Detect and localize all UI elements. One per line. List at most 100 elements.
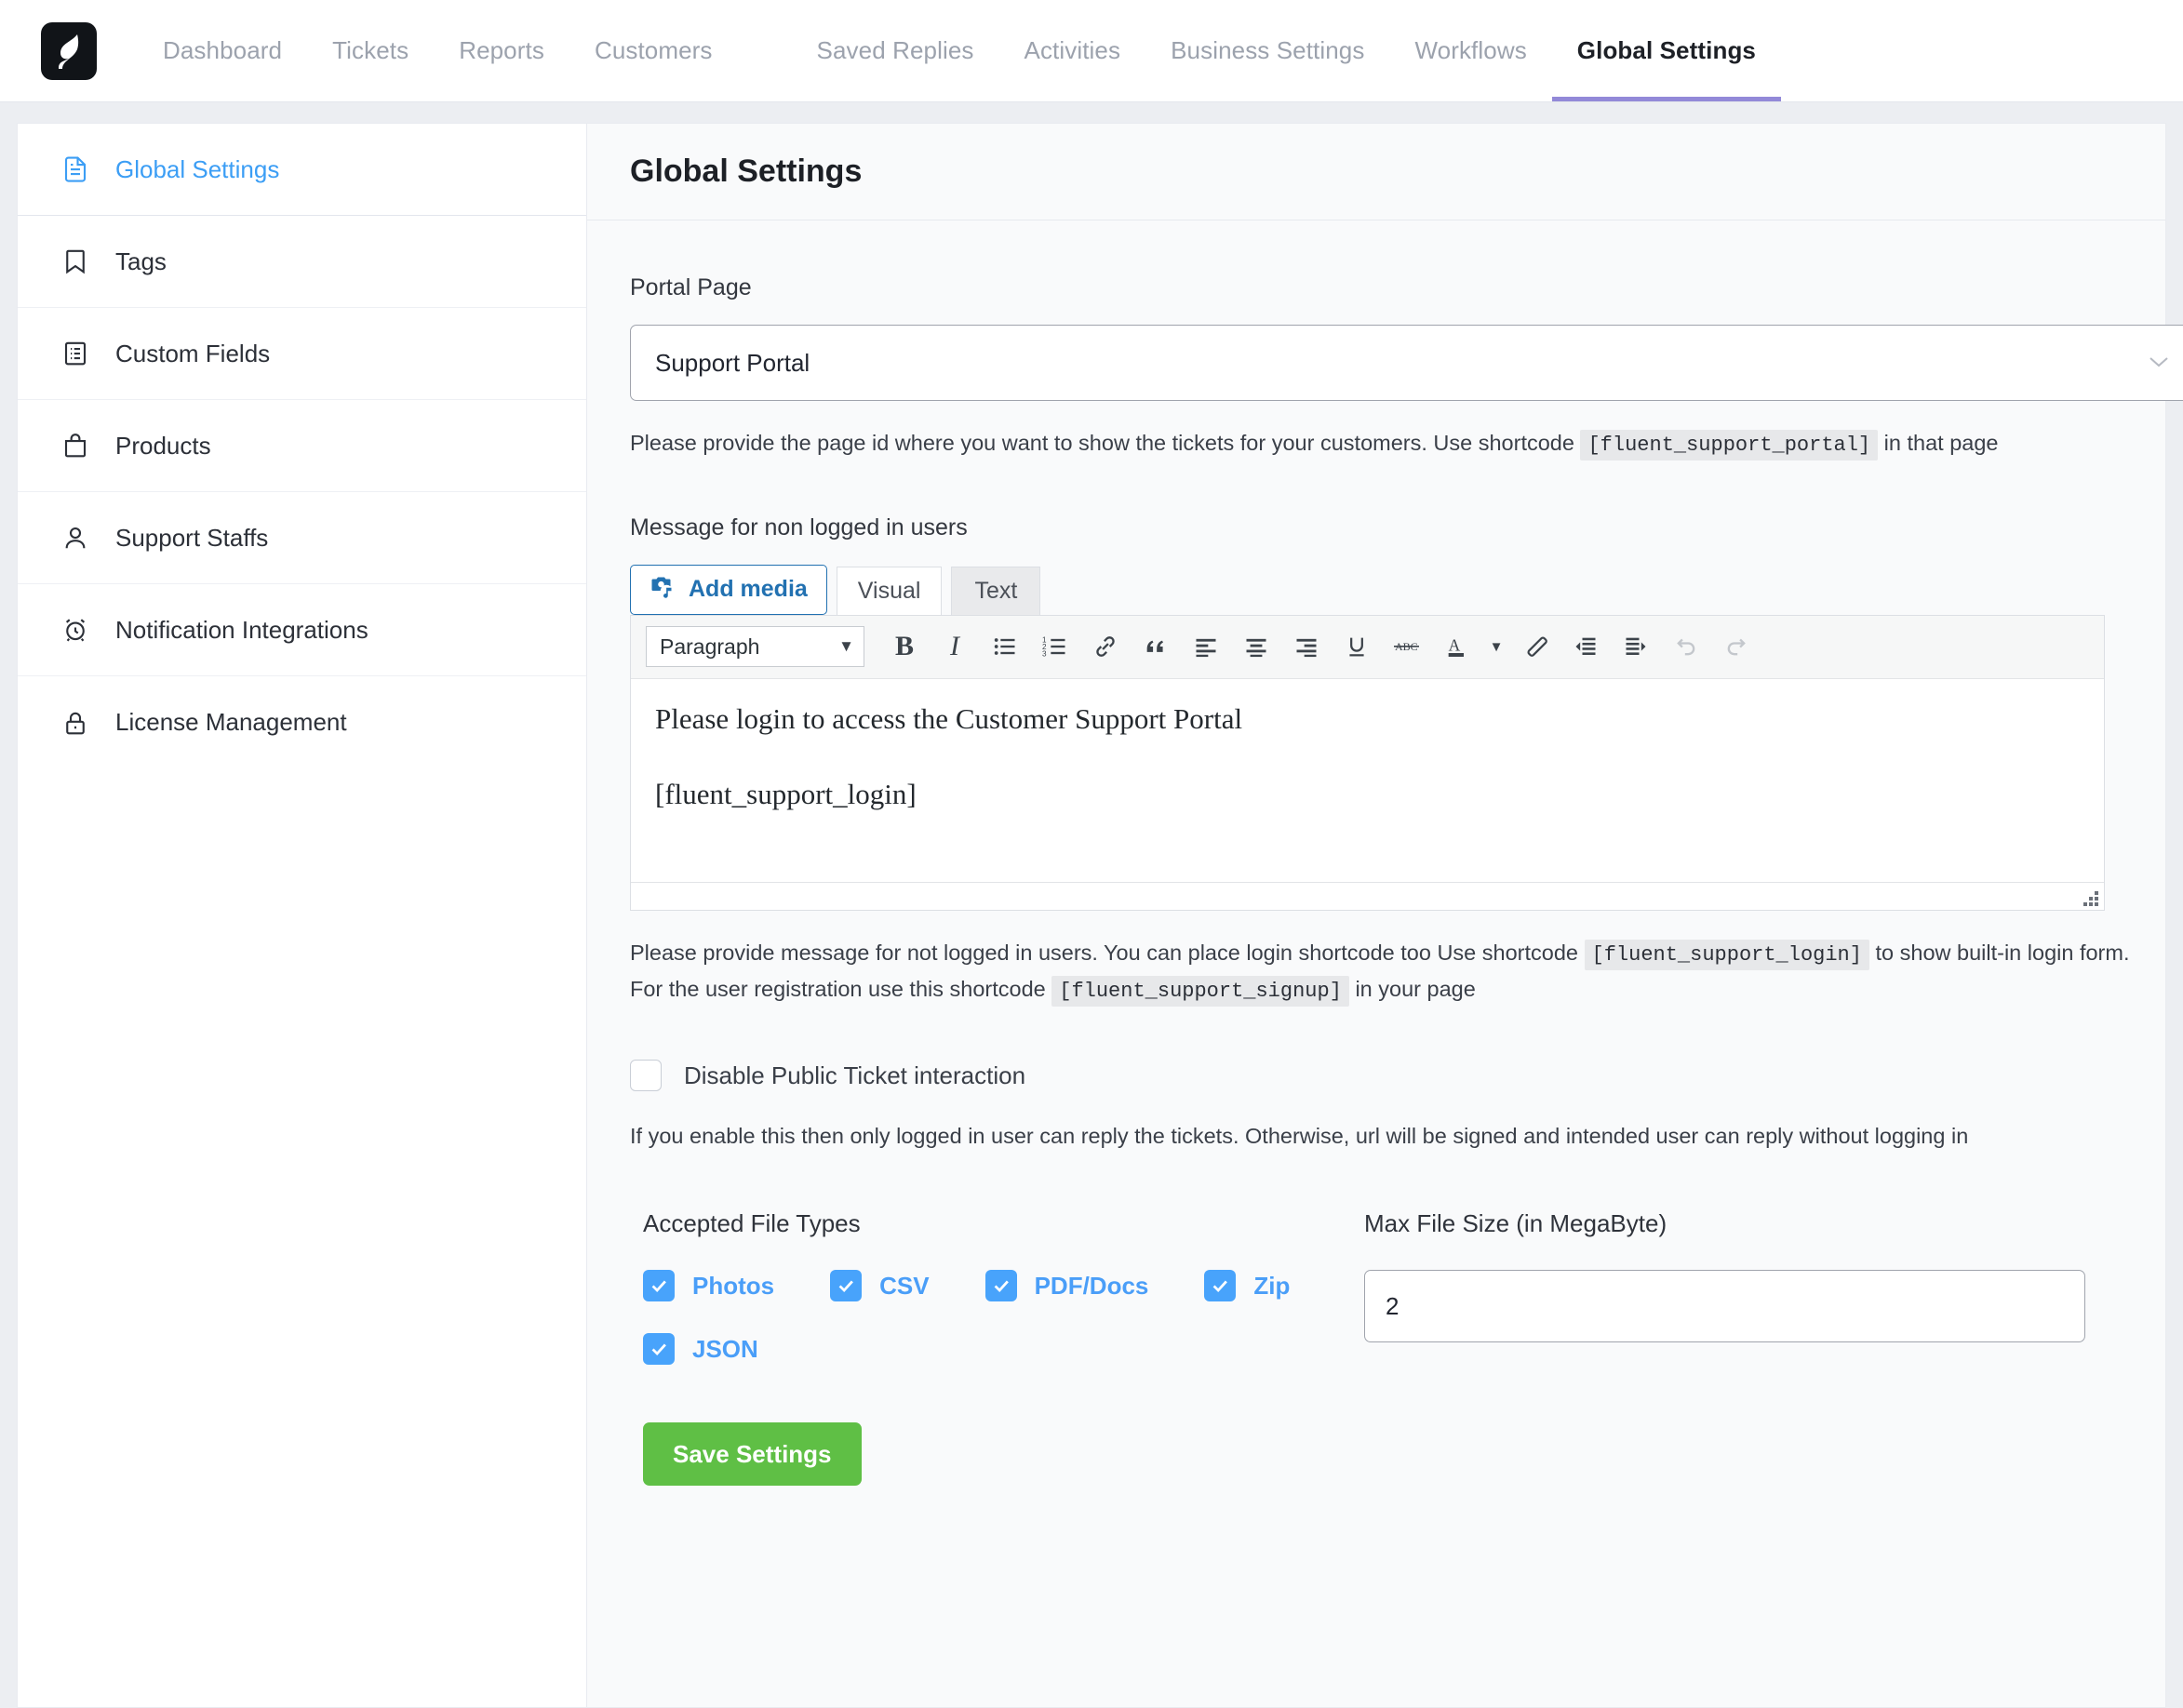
file-type-pdf-docs[interactable]: PDF/Docs — [984, 1270, 1149, 1302]
nav-item-saved-replies[interactable]: Saved Replies — [792, 0, 999, 101]
align-right-icon[interactable] — [1283, 624, 1330, 669]
content-header: Global Settings — [587, 124, 2165, 220]
italic-icon[interactable]: I — [931, 624, 978, 669]
underline-icon[interactable] — [1333, 624, 1380, 669]
tab-text[interactable]: Text — [951, 566, 1041, 615]
sidebar-item-notification-integrations[interactable]: Notification Integrations — [18, 584, 586, 676]
pdf-docs-label: PDF/Docs — [1034, 1271, 1149, 1300]
sidebar-item-tags[interactable]: Tags — [18, 216, 586, 308]
sidebar-item-label: Notification Integrations — [115, 615, 368, 644]
sidebar-item-label: License Management — [115, 708, 347, 736]
file-type-zip[interactable]: Zip — [1204, 1270, 1291, 1302]
page-container: Global Settings Tags Custom Fields Produ… — [0, 102, 2183, 1708]
json-checkbox[interactable] — [643, 1333, 675, 1366]
nav-item-business-settings[interactable]: Business Settings — [1145, 0, 1389, 101]
message-editor-label: Message for non logged in users — [630, 514, 968, 540]
indent-icon[interactable] — [1613, 624, 1659, 669]
nav-label: Business Settings — [1171, 36, 1365, 64]
editor-footer — [631, 881, 2104, 910]
lock-icon — [60, 707, 91, 739]
alarm-clock-icon — [60, 614, 91, 646]
file-type-photos[interactable]: Photos — [643, 1270, 775, 1302]
content-body: Portal Page Support Portal Please provid… — [587, 220, 2183, 1487]
accepted-file-types-label: Accepted File Types — [643, 1209, 861, 1238]
max-file-size-input[interactable] — [1364, 1270, 2085, 1343]
nav-item-activities[interactable]: Activities — [999, 0, 1146, 101]
link-icon[interactable] — [1082, 624, 1129, 669]
sidebar-item-global-settings[interactable]: Global Settings — [18, 124, 586, 216]
sidebar-item-products[interactable]: Products — [18, 400, 586, 492]
save-settings-button[interactable]: Save Settings — [643, 1422, 862, 1487]
editor-content-area[interactable]: Please login to access the Customer Supp… — [631, 678, 2104, 882]
add-media-button[interactable]: Add media — [630, 564, 827, 615]
file-type-json[interactable]: JSON — [643, 1333, 1364, 1366]
editor-toolbar: Paragraph ▼ B I 1 2 3 ABC A ▼ — [631, 615, 2104, 679]
sidebar-item-license-management[interactable]: License Management — [18, 676, 586, 768]
sidebar-item-label: Products — [115, 431, 211, 460]
disable-public-ticket-label: Disable Public Ticket interaction — [684, 1061, 1026, 1089]
clear-formatting-icon[interactable] — [1512, 624, 1559, 669]
nav-items: Dashboard Tickets Reports Customers Save… — [138, 0, 1782, 101]
tab-visual-label: Visual — [857, 577, 921, 604]
csv-checkbox[interactable] — [830, 1270, 863, 1302]
nav-item-global-settings[interactable]: Global Settings — [1551, 0, 1782, 101]
add-media-label: Add media — [689, 576, 808, 603]
redo-icon[interactable] — [1713, 624, 1760, 669]
portal-page-help: Please provide the page id where you wan… — [630, 426, 2165, 462]
align-left-icon[interactable] — [1183, 624, 1229, 669]
sidebar-item-label: Support Staffs — [115, 523, 269, 552]
text-color-chevron-down-icon[interactable]: ▼ — [1484, 639, 1508, 655]
add-media-icon — [650, 572, 677, 607]
accepted-file-types-group: Accepted File Types Photos CSV PDF/Docs … — [643, 1209, 1364, 1366]
text-color-icon[interactable]: A — [1434, 624, 1480, 669]
disable-public-ticket-checkbox[interactable] — [630, 1060, 662, 1092]
numbered-list-icon[interactable]: 1 2 3 — [1032, 624, 1078, 669]
bold-icon[interactable]: B — [881, 624, 928, 669]
json-label: JSON — [692, 1334, 758, 1363]
editor-resize-handle[interactable] — [2078, 887, 2098, 906]
editor-tab-bar: Add media Visual Text — [630, 564, 2165, 615]
sidebar-item-label: Global Settings — [115, 154, 280, 183]
sidebar-item-label: Custom Fields — [115, 339, 271, 367]
format-select[interactable]: Paragraph ▼ — [646, 626, 864, 668]
disable-public-ticket-row[interactable]: Disable Public Ticket interaction — [630, 1060, 2165, 1092]
outdent-icon[interactable] — [1562, 624, 1609, 669]
photos-checkbox[interactable] — [643, 1270, 675, 1302]
help-text-part: in your page — [1355, 976, 1476, 1001]
sidebar-item-support-staffs[interactable]: Support Staffs — [18, 492, 586, 584]
zip-checkbox[interactable] — [1204, 1270, 1237, 1302]
bookmark-icon — [60, 246, 91, 277]
nav-item-customers[interactable]: Customers — [569, 0, 738, 101]
nav-item-workflows[interactable]: Workflows — [1389, 0, 1551, 101]
nav-item-reports[interactable]: Reports — [434, 0, 569, 101]
pdf-docs-checkbox[interactable] — [984, 1270, 1017, 1302]
max-file-size-group: Max File Size (in MegaByte) — [1364, 1209, 2165, 1365]
file-type-checkbox-grid: Photos CSV PDF/Docs Zip JSON — [643, 1270, 1364, 1366]
strikethrough-icon[interactable]: ABC — [1384, 624, 1430, 669]
list-document-icon — [60, 338, 91, 369]
bag-icon — [60, 430, 91, 461]
portal-page-label: Portal Page — [630, 274, 752, 300]
document-icon — [60, 153, 91, 185]
file-type-csv[interactable]: CSV — [830, 1270, 930, 1302]
nav-item-dashboard[interactable]: Dashboard — [138, 0, 307, 101]
blockquote-icon[interactable] — [1132, 624, 1179, 669]
login-shortcode: [fluent_support_login] — [1584, 939, 1869, 970]
message-editor-field: Message for non logged in users Add medi… — [630, 514, 2165, 1008]
nav-label: Workflows — [1414, 36, 1527, 64]
app-logo[interactable] — [41, 0, 97, 101]
photos-label: Photos — [692, 1271, 775, 1300]
signup-shortcode: [fluent_support_signup] — [1051, 975, 1349, 1007]
tab-visual[interactable]: Visual — [836, 566, 943, 615]
nav-label: Reports — [459, 36, 544, 64]
bulleted-list-icon[interactable] — [982, 624, 1028, 669]
zip-label: Zip — [1253, 1271, 1291, 1300]
undo-icon[interactable] — [1663, 624, 1709, 669]
align-center-icon[interactable] — [1233, 624, 1279, 669]
sidebar-item-custom-fields[interactable]: Custom Fields — [18, 308, 586, 400]
portal-page-field: Portal Page Support Portal Please provid… — [630, 274, 2183, 462]
help-text-part: Please provide the page id where you wan… — [630, 431, 1574, 455]
portal-page-select[interactable]: Support Portal — [630, 325, 2183, 401]
attachment-settings: Accepted File Types Photos CSV PDF/Docs … — [630, 1209, 2165, 1366]
nav-item-tickets[interactable]: Tickets — [307, 0, 434, 101]
